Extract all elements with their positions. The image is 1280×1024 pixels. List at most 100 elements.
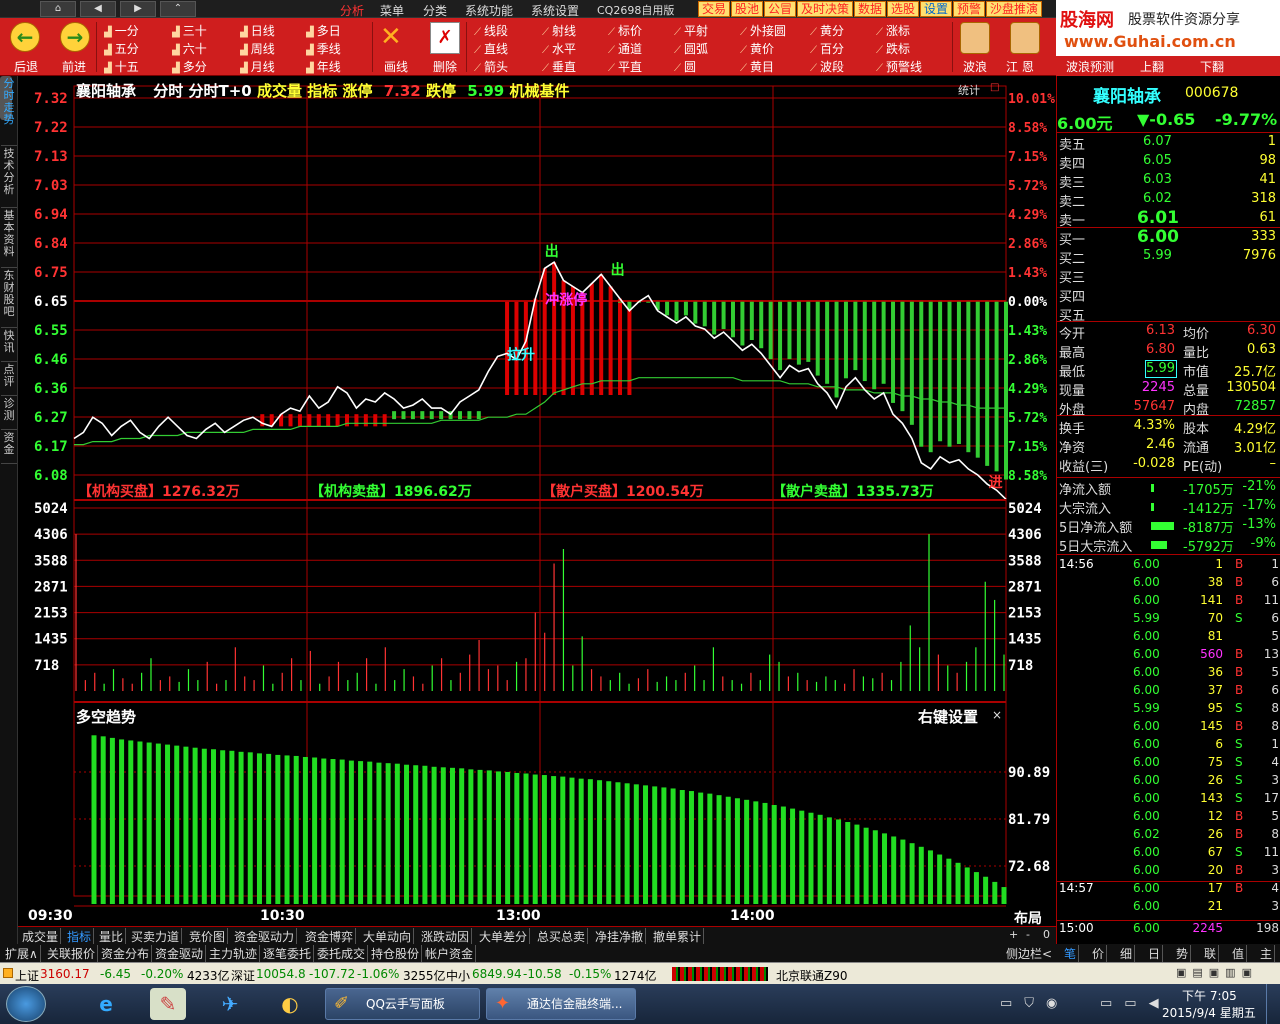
draw-tool-line_col5-1[interactable]: ⟋ 黄价 bbox=[740, 40, 774, 57]
period-button-period_col4-1[interactable]: ▟ 季线 bbox=[306, 40, 341, 57]
indicator-tab-11[interactable]: 净挂净撤 bbox=[593, 928, 647, 945]
zoom-in-button[interactable]: + bbox=[1009, 928, 1018, 941]
draw-tool-line_col2-0[interactable]: ⟋ 射线 bbox=[542, 22, 576, 39]
intraday-chart[interactable]: 7.32 10.01% 7.22 8.58% 7.13 7.15% 7.03 5.72% 6.9… bbox=[18, 76, 1056, 926]
tab-data[interactable]: 数据 bbox=[854, 1, 887, 17]
tab-alert[interactable]: 预警 bbox=[953, 1, 986, 17]
taskbar-item-handwriting[interactable]: ✐ QQ云手写面板 bbox=[325, 988, 480, 1020]
draw-tool-line_col2-2[interactable]: ⟋ 垂直 bbox=[542, 58, 576, 75]
extension-tab-1[interactable]: 关联报价 bbox=[45, 945, 99, 962]
extension-tab-6[interactable]: 委托成交 bbox=[315, 945, 369, 962]
extension-tab-4[interactable]: 主力轨迹 bbox=[207, 945, 261, 962]
left-tab-5[interactable]: 点评 bbox=[1, 362, 17, 396]
indicator-tab-3[interactable]: 买卖力道 bbox=[129, 928, 183, 945]
draw-tool-line_col6-2[interactable]: ⟋ 波段 bbox=[810, 58, 844, 75]
view-intraday[interactable]: 分时 bbox=[153, 82, 183, 100]
period-button-period_col4-0[interactable]: ▟ 多日 bbox=[306, 22, 341, 39]
jiang-en-avatar-icon[interactable] bbox=[1010, 22, 1040, 54]
trend-settings-button[interactable]: 右键设置 bbox=[918, 706, 978, 727]
draw-tool-line_col1-1[interactable]: ⟋ 直线 bbox=[474, 40, 508, 57]
indicator-tab-8[interactable]: 涨跌动因 bbox=[419, 928, 473, 945]
left-tab-1[interactable]: 技术分析 bbox=[1, 146, 17, 208]
tab-announcement[interactable]: 公冒 bbox=[764, 1, 797, 17]
tray-system-icons[interactable]: ▭▭◀ bbox=[1100, 996, 1171, 1011]
tray-icons[interactable]: ▭⛉◉ bbox=[1000, 996, 1069, 1011]
forward-button-label[interactable]: 前进 bbox=[62, 58, 86, 75]
zoom-reset-button[interactable]: 0 bbox=[1043, 928, 1050, 941]
draw-tool-line_col3-2[interactable]: ⟋ 平直 bbox=[608, 58, 642, 75]
back-button-label[interactable]: 后退 bbox=[14, 58, 38, 75]
period-button-period_col2-0[interactable]: ▟ 三十 bbox=[172, 22, 207, 39]
draw-tool-line_col7-2[interactable]: ⟋ 预警线 bbox=[876, 58, 922, 75]
paint-app-icon[interactable]: ✎ bbox=[150, 988, 186, 1020]
draw-tool-line_col5-0[interactable]: ⟋ 外接圆 bbox=[740, 22, 786, 39]
clock-date[interactable]: 2015/9/4 星期五 bbox=[1162, 1004, 1256, 1021]
menu-system-settings[interactable]: 系统设置 bbox=[531, 2, 579, 19]
period-button-period_col3-2[interactable]: ▟ 月线 bbox=[240, 58, 275, 75]
menu-category[interactable]: 分类 bbox=[423, 2, 447, 19]
zoom-out-button[interactable]: - bbox=[1026, 928, 1030, 941]
period-button-period_col2-2[interactable]: ▟ 多分 bbox=[172, 58, 207, 75]
indicator-tab-10[interactable]: 总买总卖 bbox=[535, 928, 589, 945]
left-tab-0[interactable]: 分时走势 bbox=[1, 76, 17, 146]
indicator-tab-2[interactable]: 量比 bbox=[97, 928, 127, 945]
quote-tab-1[interactable]: 价 bbox=[1090, 945, 1108, 962]
delete-label[interactable]: 删除 bbox=[433, 58, 457, 75]
indicator-label[interactable]: 指标 bbox=[307, 82, 337, 100]
period-button-period_col1-2[interactable]: ▟ 十五 bbox=[104, 58, 139, 75]
wave-label[interactable]: 波浪 bbox=[963, 58, 987, 75]
indicator-tab-1[interactable]: 指标 bbox=[65, 928, 95, 945]
quote-tab-4[interactable]: 势 bbox=[1174, 945, 1192, 962]
show-desktop-button[interactable] bbox=[1266, 984, 1280, 1024]
restore-icon[interactable]: □ bbox=[990, 82, 999, 93]
extension-tab-8[interactable]: 帐户资金 bbox=[423, 945, 477, 962]
indicator-tab-4[interactable]: 竞价图 bbox=[187, 928, 229, 945]
draw-tool-line_col5-2[interactable]: ⟋ 黄目 bbox=[740, 58, 774, 75]
quote-tab-2[interactable]: 细 bbox=[1118, 945, 1136, 962]
nav-forward-button[interactable]: ▶ bbox=[120, 1, 156, 17]
back-arrow-icon[interactable]: ← bbox=[10, 22, 40, 52]
status-menu-icon[interactable] bbox=[3, 968, 13, 978]
extension-tab-3[interactable]: 资金驱动 bbox=[153, 945, 207, 962]
taskbar-item-tdx[interactable]: ✦ 通达信金融终端... bbox=[486, 988, 636, 1020]
stat-button[interactable]: 统计 bbox=[958, 82, 980, 98]
trend-close-icon[interactable]: × bbox=[992, 708, 1002, 722]
indicator-tab-6[interactable]: 资金博弈 bbox=[303, 928, 357, 945]
extension-tab-7[interactable]: 持仓股份 bbox=[369, 945, 423, 962]
period-button-period_col4-2[interactable]: ▟ 年线 bbox=[306, 58, 341, 75]
quote-tab-3[interactable]: 日 bbox=[1146, 945, 1164, 962]
left-tab-7[interactable]: 资金 bbox=[1, 430, 17, 464]
left-tab-3[interactable]: 东财股吧 bbox=[1, 268, 17, 328]
menu-analysis[interactable]: 分析 bbox=[340, 2, 364, 19]
extension-tab-5[interactable]: 逐笔委托 bbox=[261, 945, 315, 962]
indicator-tab-9[interactable]: 大单差分 bbox=[477, 928, 531, 945]
extension-tab-0[interactable]: 扩展∧ bbox=[3, 945, 41, 962]
palette-icon[interactable]: ◐ bbox=[272, 988, 308, 1020]
period-button-period_col2-1[interactable]: ▟ 六十 bbox=[172, 40, 207, 57]
status-icons[interactable]: ▣▤▣▥▣ bbox=[1176, 966, 1272, 982]
delete-icon[interactable]: ✗ bbox=[430, 22, 460, 54]
indicator-tab-7[interactable]: 大单动向 bbox=[361, 928, 415, 945]
extension-tab-2[interactable]: 资金分布 bbox=[99, 945, 153, 962]
jiang-en-label[interactable]: 江 恩 bbox=[1006, 58, 1034, 75]
quote-tab-7[interactable]: 主 bbox=[1258, 945, 1276, 962]
wave-avatar-icon[interactable] bbox=[960, 22, 990, 54]
sector-label[interactable]: 机械基件 bbox=[509, 82, 569, 100]
quote-tab-0[interactable]: 笔 bbox=[1062, 945, 1080, 962]
sidebar-toggle[interactable]: 侧边栏< bbox=[1006, 945, 1052, 962]
draw-tool-line_col6-0[interactable]: ⟋ 黄分 bbox=[810, 22, 844, 39]
tab-trade[interactable]: 交易 bbox=[698, 1, 731, 17]
indicator-tab-0[interactable]: 成交量 bbox=[20, 928, 62, 945]
tab-stock-pool[interactable]: 股池 bbox=[731, 1, 764, 17]
forward-arrow-icon[interactable]: → bbox=[60, 22, 90, 52]
left-tab-6[interactable]: 诊测 bbox=[1, 396, 17, 430]
view-intraday-t0[interactable]: 分时T+0 bbox=[189, 82, 252, 100]
page-down-button[interactable]: 下翻 bbox=[1200, 58, 1224, 75]
tab-sandbox[interactable]: 沙盘推演 bbox=[986, 1, 1043, 17]
menu-version[interactable]: CQ2698自用版 bbox=[597, 2, 674, 18]
left-tab-2[interactable]: 基本资料 bbox=[1, 208, 17, 268]
page-up-button[interactable]: 上翻 bbox=[1140, 58, 1164, 75]
tab-settings[interactable]: 设置 bbox=[920, 1, 953, 17]
period-button-period_col3-0[interactable]: ▟ 日线 bbox=[240, 22, 275, 39]
menu-main[interactable]: 菜单 bbox=[380, 2, 404, 19]
